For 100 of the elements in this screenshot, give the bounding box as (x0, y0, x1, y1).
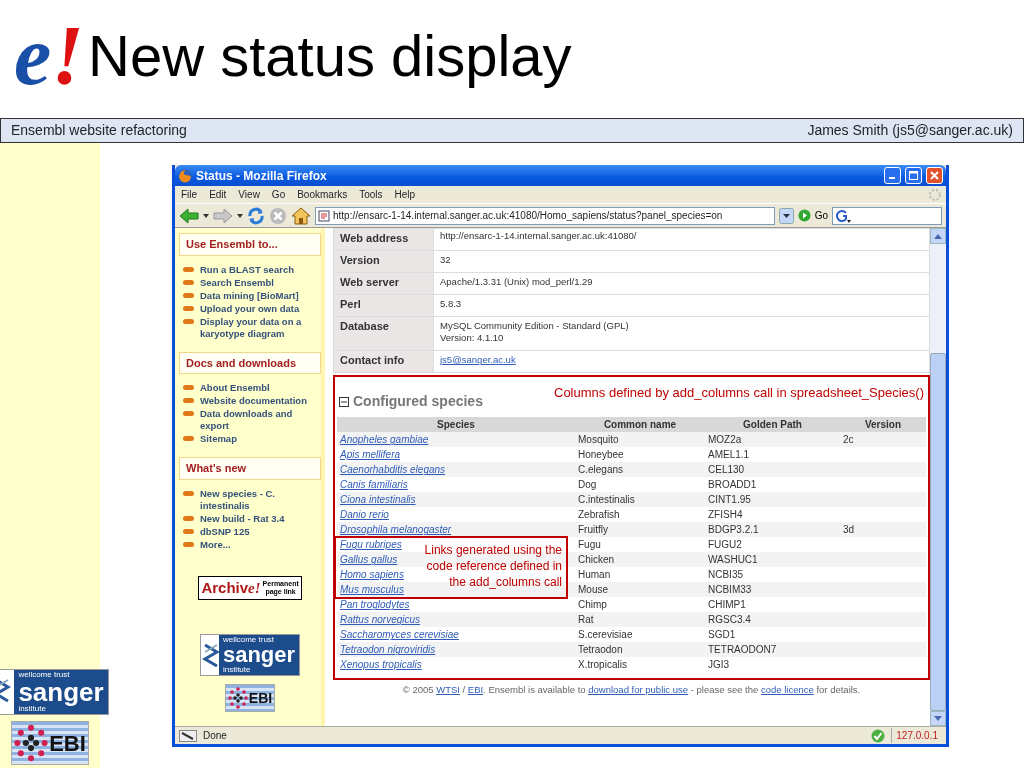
table-cell: Mosquito (575, 432, 705, 448)
maximize-button[interactable] (905, 167, 922, 185)
table-cell: Human (575, 567, 705, 583)
species-link[interactable]: Fugu rubripes (340, 539, 402, 551)
logo-text: institute (18, 705, 46, 713)
table-cell: ZFISH4 (705, 507, 840, 523)
section-heading: What's new (179, 457, 321, 480)
footer-link[interactable]: download for public use (588, 684, 689, 696)
menu-item[interactable]: File (181, 187, 198, 203)
table-cell: MOZ2a (705, 432, 840, 448)
species-link[interactable]: Danio rerio (340, 509, 389, 521)
minimize-button[interactable] (884, 167, 901, 185)
species-link[interactable]: Canis familiaris (340, 479, 408, 491)
sidebar-link[interactable]: dbSNP 125 (179, 525, 321, 538)
menu-item[interactable]: Go (271, 187, 286, 203)
table-cell: Mouse (575, 582, 705, 598)
logo-text: EBI (248, 688, 273, 708)
go-button[interactable]: Go (797, 208, 828, 224)
throbber-icon (928, 187, 942, 202)
sidebar-link[interactable]: Website documentation (179, 395, 321, 408)
back-arrow-icon[interactable] (179, 207, 199, 224)
bullet-icon (183, 411, 194, 417)
panel-title: Configured species (353, 392, 483, 412)
scrollbar-thumb[interactable] (930, 353, 946, 711)
footer-link[interactable]: WTSI (436, 684, 460, 696)
dropdown-button[interactable] (778, 207, 794, 224)
table-cell: NCBIM33 (705, 582, 840, 598)
bullet-icon (183, 266, 194, 272)
column-header: Version (840, 417, 926, 433)
sidebar-link[interactable]: Sitemap (179, 433, 321, 446)
bullet-icon (183, 279, 194, 285)
sidebar-link[interactable]: Display your data on a karyotype diagram (179, 315, 321, 340)
bullet-icon (183, 490, 194, 496)
table-cell: Apache/1.3.31 (Unix) mod_perl/1.29 (433, 272, 930, 295)
hexagon-icon (14, 724, 49, 762)
column-header: Golden Path (705, 417, 840, 433)
row-label: Perl (333, 294, 434, 317)
table-cell: FUGU2 (705, 537, 840, 553)
go-icon (797, 209, 811, 223)
sidebar-link[interactable]: New build - Rat 3.4 (179, 512, 321, 525)
sidebar-link[interactable]: Upload your own data (179, 302, 321, 315)
logo-text: institute (222, 666, 251, 675)
close-button[interactable] (926, 167, 943, 185)
bullet-icon (183, 385, 194, 391)
sidebar-link[interactable]: New species - C. intestinalis (179, 487, 321, 512)
search-engine-icon (835, 208, 851, 223)
sidebar-link[interactable]: About Ensembl (179, 382, 321, 395)
table-cell: MySQL Community Edition - Standard (GPL) Version: 4.1.10 (433, 316, 930, 351)
table-cell: Honeybee (575, 447, 705, 463)
menu-item[interactable]: Edit (209, 187, 227, 203)
table-cell: Fruitfly (575, 522, 705, 538)
host-text: 127.0.0.1 (891, 728, 942, 744)
table-cell: Tetraodon (575, 642, 705, 658)
caret-icon[interactable] (203, 213, 209, 218)
table-cell: http://ensarc-1-14.internal.sanger.ac.uk:41080/ (433, 228, 930, 251)
scroll-down-button[interactable] (930, 710, 946, 727)
column-header: Species (337, 417, 575, 433)
annotation-text: Columns defined by add_columns call in spreadsheet_Species() (554, 384, 924, 403)
species-link[interactable]: Apis mellifera (340, 449, 401, 461)
species-link[interactable]: Saccharomyces cerevisiae (340, 629, 459, 641)
logo-text: wellcome trust (18, 671, 71, 679)
close-icon (930, 171, 939, 181)
bullet-icon (183, 318, 194, 324)
sidebar-link[interactable]: Run a BLAST search (179, 263, 321, 276)
menu-item[interactable]: Bookmarks (297, 187, 348, 203)
maximize-icon (909, 171, 918, 181)
footer-link[interactable]: code licence (760, 684, 814, 696)
table-cell: TETRAODON7 (705, 642, 840, 658)
home-icon[interactable] (291, 206, 311, 225)
annotation-text: Links generated using the code reference defined in the add_columns call (423, 542, 562, 591)
sidebar-link[interactable]: Data mining [BioMart] (179, 289, 321, 302)
sidebar-link[interactable]: Data downloads and export (179, 408, 321, 433)
logo-text: sanger (222, 644, 296, 667)
sidebar-link[interactable]: Search Ensembl (179, 276, 321, 289)
dna-icon (200, 643, 219, 668)
menu-item[interactable]: Tools (359, 187, 383, 203)
row-label: Web server (333, 272, 434, 295)
slide-title: New status display (88, 22, 572, 91)
table-cell: SGD1 (705, 627, 840, 643)
species-link[interactable]: Gallus gallus (340, 554, 398, 566)
logo-text: sanger (18, 679, 104, 705)
table-cell: Fugu (575, 537, 705, 553)
row-label: Version (333, 250, 434, 273)
scroll-up-button[interactable] (930, 228, 946, 245)
species-link[interactable]: Pan troglodytes (340, 599, 410, 611)
table-cell: WASHUC1 (705, 552, 840, 568)
caret-icon[interactable] (237, 213, 243, 218)
sidebar-link[interactable]: More... (179, 538, 321, 551)
email-link[interactable]: js5@sanger.ac.uk (440, 354, 516, 366)
species-link[interactable]: Homo sapiens (340, 569, 404, 581)
table-cell: JGI3 (705, 657, 840, 673)
menu-item[interactable]: View (238, 187, 260, 203)
search-field[interactable] (832, 206, 942, 225)
address-field[interactable]: http://ensarc-1-14.internal.sanger.ac.uk:41080/Homo_sapiens/status?panel_species=on (315, 206, 775, 225)
species-link[interactable]: Xenopus tropicalis (340, 659, 422, 671)
menu-item[interactable]: Help (394, 187, 416, 203)
table-cell: Chimp (575, 597, 705, 613)
section-heading: Docs and downloads (179, 351, 321, 375)
collapse-toggle-icon[interactable] (339, 396, 349, 407)
reload-icon[interactable] (247, 206, 265, 225)
